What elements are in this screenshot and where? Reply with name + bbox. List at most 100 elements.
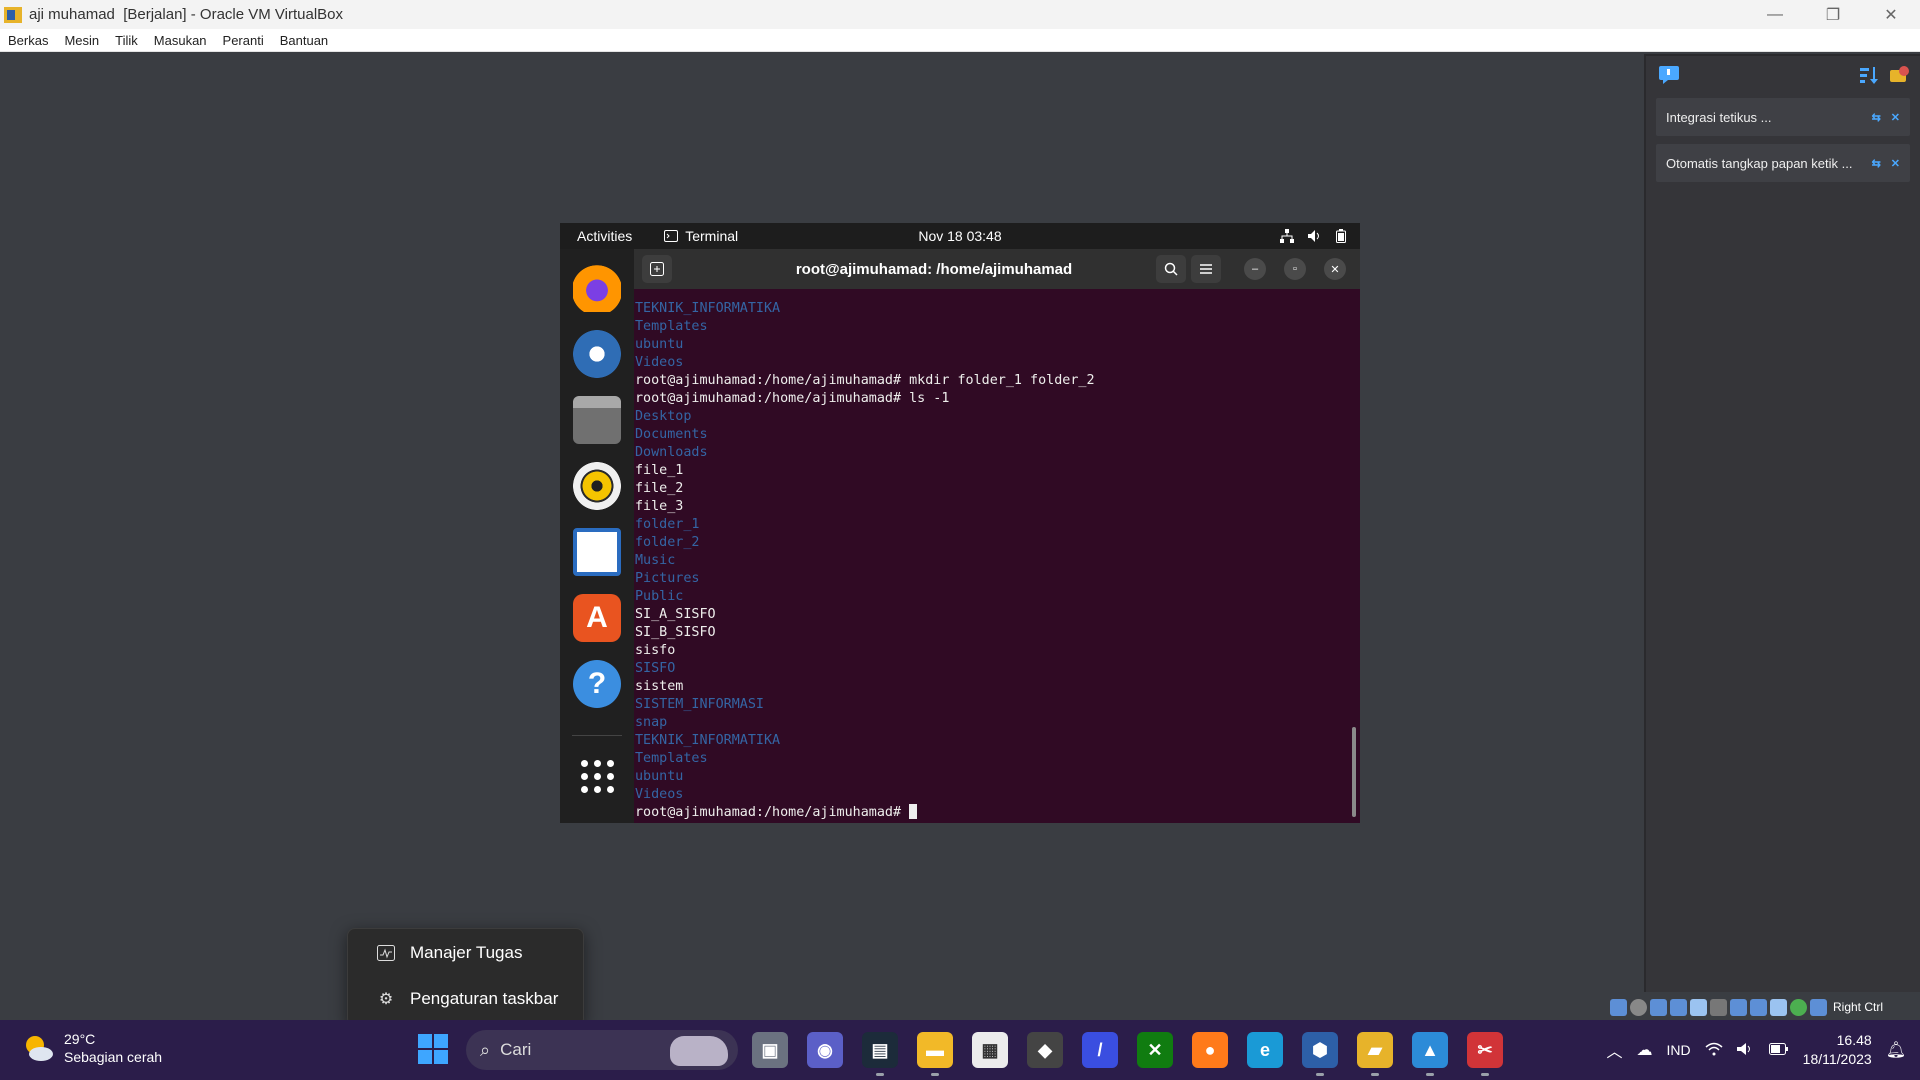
files-dock-icon[interactable] <box>573 396 621 444</box>
terminal-line: Pictures <box>635 571 700 586</box>
display-icon[interactable] <box>1730 998 1747 1016</box>
file-explorer-icon[interactable]: ▬ <box>917 1032 953 1076</box>
search-icon: ⌕ <box>480 1039 491 1060</box>
battery-icon[interactable] <box>1768 1042 1789 1058</box>
guest-screen[interactable]: Activities Terminal Nov 18 03:48 A ? roo… <box>560 223 1360 823</box>
virtualbox-vm-icon[interactable]: ▰ <box>1357 1032 1393 1076</box>
rhythmbox-dock-icon[interactable] <box>573 462 621 510</box>
terminal-line: root@ajimuhamad:/home/ajimuhamad# mkdir … <box>635 373 1095 388</box>
thunderbird-dock-icon[interactable] <box>573 330 621 378</box>
notifications-bell-icon[interactable]: 🔔︎ <box>1886 1040 1906 1060</box>
menu-berkas[interactable]: Berkas <box>0 33 56 48</box>
hamburger-menu-button[interactable] <box>1191 255 1221 283</box>
minimize-window-button[interactable]: – <box>1244 258 1266 280</box>
vbox-status-bar: Right Ctrl <box>1610 995 1920 1019</box>
cpu-icon[interactable] <box>1770 998 1787 1016</box>
ide-icon[interactable]: ▤ <box>862 1032 898 1076</box>
keyboard-capture-icon[interactable] <box>1810 998 1827 1016</box>
terminal-scrollbar[interactable] <box>1352 727 1356 817</box>
new-tab-button[interactable] <box>642 255 672 283</box>
taskbar-clock[interactable]: 16.48 18/11/2023 <box>1803 1031 1872 1069</box>
expand-icon[interactable]: ⇆ <box>1872 157 1881 170</box>
new-tab-icon <box>650 262 664 276</box>
terminal-line: sisfo <box>635 643 676 658</box>
volume-icon[interactable] <box>1308 229 1322 243</box>
firefox-dock-icon[interactable] <box>573 264 621 312</box>
minimize-button[interactable]: — <box>1746 0 1804 29</box>
maximize-window-button[interactable]: ▫ <box>1284 258 1306 280</box>
restore-button[interactable]: ❐ <box>1804 0 1862 29</box>
dismiss-all-icon[interactable] <box>1888 65 1910 85</box>
notification-mouse-integration[interactable]: Integrasi tetikus ... ⇆ ✕ <box>1656 98 1910 136</box>
wifi-icon[interactable] <box>1705 1042 1723 1059</box>
battery-icon[interactable] <box>1336 229 1346 243</box>
network-icon[interactable] <box>1670 998 1687 1016</box>
chevron-up-icon[interactable]: ︿ <box>1607 1038 1623 1062</box>
text-cursor <box>909 804 918 819</box>
edge-icon[interactable]: e <box>1247 1032 1283 1068</box>
hard-disk-icon[interactable] <box>1610 998 1627 1016</box>
usb-icon[interactable] <box>1690 998 1707 1016</box>
shared-folders-icon[interactable] <box>1710 998 1727 1016</box>
task-view-icon[interactable]: ▣ <box>752 1032 788 1068</box>
vbox-titlebar: aji muhamad [Berjalan] - Oracle VM Virtu… <box>0 0 1920 29</box>
pinned-apps: ▣ ◉ ▤ ▬ ▦ ◆ / ✕ ● e ⬢ ▰ ▲ ✂ <box>752 1032 1503 1076</box>
activities-button[interactable]: Activities <box>577 228 632 244</box>
show-apps-icon[interactable] <box>581 760 615 794</box>
mendeley-icon[interactable]: / <box>1082 1032 1118 1068</box>
network-icon[interactable] <box>1280 229 1294 243</box>
terminal-line: file_2 <box>635 481 684 496</box>
app-menu-terminal[interactable]: Terminal <box>664 228 738 244</box>
menu-item-taskbar-settings[interactable]: ⚙ Pengaturan taskbar <box>348 977 583 1021</box>
snipping-tool-glyph: ✂ <box>1477 1039 1493 1060</box>
gear-icon: ⚙ <box>378 991 394 1008</box>
terminal-prompt-line[interactable]: root@ajimuhamad:/home/ajimuhamad# <box>635 804 1095 822</box>
unity-icon[interactable]: ◆ <box>1027 1032 1063 1068</box>
close-icon[interactable]: ✕ <box>1891 157 1900 170</box>
help-dock-icon[interactable]: ? <box>573 660 621 708</box>
search-button[interactable] <box>1156 255 1186 283</box>
task-view-glyph: ▣ <box>761 1039 779 1060</box>
app-menu-label: Terminal <box>685 228 739 244</box>
sort-icon[interactable] <box>1858 65 1878 85</box>
audio-icon[interactable] <box>1650 998 1667 1016</box>
weather-widget[interactable]: 29°C Sebagian cerah <box>22 1030 162 1066</box>
snipping-tool-icon[interactable]: ✂ <box>1467 1032 1503 1076</box>
language-indicator[interactable]: IND <box>1667 1042 1691 1058</box>
window-title: aji muhamad [Berjalan] - Oracle VM Virtu… <box>29 6 344 23</box>
xbox-icon[interactable]: ✕ <box>1137 1032 1173 1068</box>
close-window-button[interactable]: ✕ <box>1324 258 1346 280</box>
ms-store-glyph: ▦ <box>981 1039 999 1060</box>
menu-tilik[interactable]: Tilik <box>107 33 146 48</box>
app-center-dock-icon[interactable]: A <box>573 594 621 642</box>
firefox-icon[interactable]: ● <box>1192 1032 1228 1068</box>
virtualbox-icon[interactable]: ⬢ <box>1302 1032 1338 1076</box>
ms-store-icon[interactable]: ▦ <box>972 1032 1008 1068</box>
optical-drive-icon[interactable] <box>1630 998 1647 1016</box>
notification-center-icon[interactable] <box>1658 65 1680 85</box>
expand-icon[interactable]: ⇆ <box>1872 111 1881 124</box>
menu-item-task-manager[interactable]: Manajer Tugas <box>348 931 583 975</box>
host-key-label: Right Ctrl <box>1833 1000 1884 1014</box>
close-button[interactable]: ✕ <box>1862 0 1920 29</box>
onedrive-icon[interactable]: ☁ <box>1637 1040 1653 1060</box>
volume-icon[interactable] <box>1736 1042 1755 1059</box>
guest-additions-icon[interactable] <box>1790 998 1807 1016</box>
clock-date: 18/11/2023 <box>1802 1051 1872 1067</box>
photos-icon[interactable]: ▲ <box>1412 1032 1448 1076</box>
writer-dock-icon[interactable] <box>573 528 621 576</box>
teams-icon[interactable]: ◉ <box>807 1032 843 1068</box>
notification-keyboard-capture[interactable]: Otomatis tangkap papan ketik ... ⇆ ✕ <box>1656 144 1910 182</box>
recording-icon[interactable] <box>1750 998 1767 1016</box>
start-button[interactable] <box>418 1034 448 1064</box>
terminal-line: folder_2 <box>635 535 700 550</box>
terminal-output[interactable]: TEKNIK_INFORMATIKA Templates ubuntu Vide… <box>634 289 1360 823</box>
menu-peranti[interactable]: Peranti <box>215 33 272 48</box>
terminal-title: root@ajimuhamad: /home/ajimuhamad <box>795 260 1073 278</box>
close-icon[interactable]: ✕ <box>1891 111 1900 124</box>
menu-mesin[interactable]: Mesin <box>56 33 107 48</box>
terminal-line: Documents <box>635 427 708 442</box>
taskbar-search[interactable]: ⌕ Cari <box>466 1030 738 1070</box>
menu-masukan[interactable]: Masukan <box>146 33 215 48</box>
menu-bantuan[interactable]: Bantuan <box>272 33 336 48</box>
